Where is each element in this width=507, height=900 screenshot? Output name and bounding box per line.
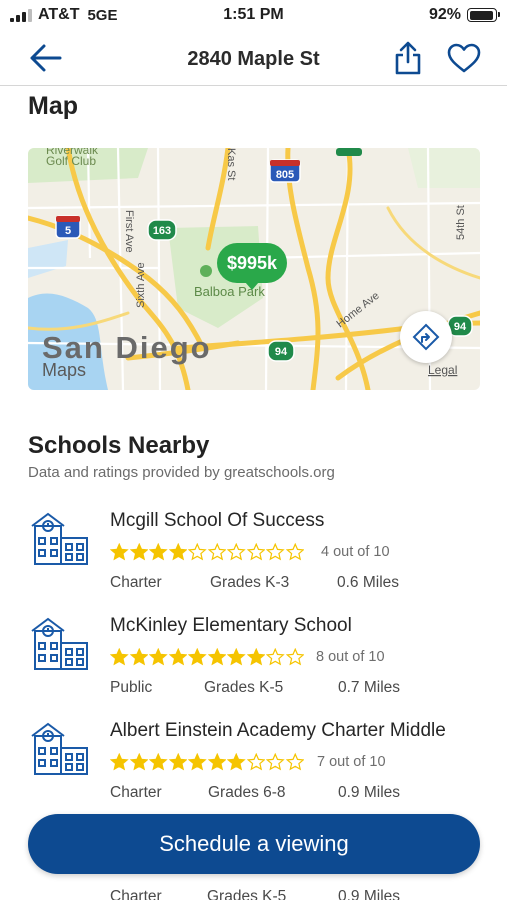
star-empty-icon [266,648,285,666]
school-distance: 0.7 Miles [338,679,401,696]
schedule-viewing-button[interactable]: Schedule a viewing [28,814,480,874]
page-title: 2840 Maple St [187,48,320,70]
school-row[interactable]: Albert Einstein Academy Charter Middle 7 … [0,720,507,820]
svg-text:Legal: Legal [428,363,457,377]
star-filled-icon [129,543,148,561]
svg-text:Home Ave: Home Ave [334,290,381,331]
star-filled-icon [207,753,226,771]
star-empty-icon [246,753,265,771]
star-filled-icon [188,753,207,771]
heart-icon [447,43,481,73]
school-type: Charter [110,574,162,591]
star-filled-icon [168,753,187,771]
svg-text:Sixth Ave: Sixth Ave [135,262,147,308]
rating-text: 7 out of 10 [317,754,386,770]
map-view[interactable]: 805 5 163 94 94 Riverwalk Golf Club Balb… [28,148,480,390]
star-rating [110,753,304,771]
school-grades: Grades K-3 [210,574,290,591]
school-distance: 0.9 Miles [338,784,401,801]
schools-heading: Schools Nearby [28,432,210,459]
status-bar: AT&T 5GE 1:51 PM 92% [0,0,507,30]
school-type: Public [110,679,153,696]
star-empty-icon [227,543,246,561]
battery-percent: 92% [428,6,461,23]
partial-school-grades: Grades K-5 [207,888,287,900]
star-rating [110,543,304,561]
star-empty-icon [285,648,304,666]
star-filled-icon [207,648,226,666]
price-pin[interactable]: $995k [217,243,288,290]
star-filled-icon [168,543,187,561]
school-name: Albert Einstein Academy Charter Middle [110,720,446,741]
school-distance: 0.6 Miles [337,574,400,591]
school-row[interactable]: Mcgill School Of Success 4 out of 10 Chart… [0,510,507,610]
svg-text:First Ave: First Ave [123,210,135,253]
star-filled-icon [227,648,246,666]
favorite-button[interactable] [446,42,482,74]
star-filled-icon [188,648,207,666]
star-filled-icon [227,753,246,771]
back-arrow-icon [30,44,62,72]
share-icon [395,41,421,75]
svg-text:94: 94 [275,346,288,358]
directions-button[interactable] [400,311,452,363]
star-filled-icon [110,753,129,771]
school-grades: Grades 6-8 [208,784,286,801]
svg-text:163: 163 [153,225,171,237]
star-filled-icon [149,753,168,771]
share-button[interactable] [392,40,424,76]
school-name: McKinley Elementary School [110,615,352,636]
star-filled-icon [149,543,168,561]
school-building-icon [28,510,90,566]
star-filled-icon [149,648,168,666]
schools-source: Data and ratings provided by greatschool… [28,464,335,481]
star-empty-icon [285,753,304,771]
star-empty-icon [285,543,304,561]
partial-school-type: Charter [110,888,162,900]
star-empty-icon [266,753,285,771]
school-grades: Grades K-5 [204,679,284,696]
svg-text:94: 94 [454,321,467,333]
rating-text: 4 out of 10 [321,544,390,560]
status-right: 92% [428,6,500,24]
svg-text:Maps: Maps [42,360,86,380]
star-filled-icon [110,648,129,666]
directions-icon [412,323,440,351]
svg-text:5: 5 [65,225,71,237]
star-filled-icon [110,543,129,561]
school-type: Charter [110,784,162,801]
star-empty-icon [207,543,226,561]
rating-text: 8 out of 10 [316,649,385,665]
nav-bar: 2840 Maple St [0,30,507,86]
star-filled-icon [129,648,148,666]
star-empty-icon [246,543,265,561]
back-button[interactable] [28,42,64,74]
map-heading: Map [28,92,78,120]
svg-text:54th St: 54th St [455,205,467,240]
star-filled-icon [246,648,265,666]
star-filled-icon [129,753,148,771]
star-empty-icon [266,543,285,561]
school-name: Mcgill School Of Success [110,510,325,531]
star-empty-icon [188,543,207,561]
school-building-icon [28,615,90,671]
star-rating [110,648,304,666]
shield-805-label: 805 [276,169,294,181]
school-row[interactable]: McKinley Elementary School 8 out of 10 Pub… [0,615,507,715]
svg-text:Golf Club: Golf Club [46,154,96,168]
battery-icon [467,8,500,22]
partial-school-distance: 0.9 Miles [338,888,401,900]
svg-text:Kas St: Kas St [225,148,237,180]
star-filled-icon [168,648,187,666]
school-building-icon [28,720,90,776]
